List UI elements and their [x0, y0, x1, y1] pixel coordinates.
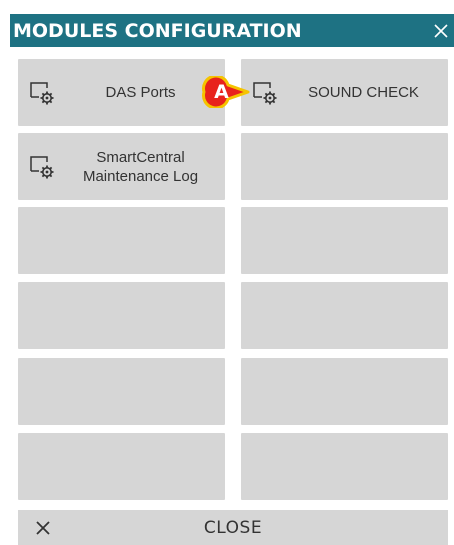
module-tile-label: DAS Ports	[105, 84, 176, 101]
module-tile-empty[interactable]	[241, 282, 448, 349]
module-tile-label: SOUND CHECK	[308, 84, 419, 101]
module-settings-icon	[30, 154, 56, 180]
callout-letter: A	[214, 80, 229, 103]
close-icon[interactable]	[428, 18, 454, 44]
close-button[interactable]: CLOSE	[18, 510, 448, 545]
close-button-label: CLOSE	[203, 517, 263, 538]
module-tile-empty[interactable]	[241, 207, 448, 274]
module-settings-icon	[30, 80, 56, 106]
module-tile-empty[interactable]	[18, 282, 225, 349]
module-tile-empty[interactable]	[18, 207, 225, 274]
module-tile-label: SmartCentral Maintenance Log	[82, 148, 199, 185]
module-tile-empty[interactable]	[241, 133, 448, 200]
module-tile-sound-check[interactable]: SOUND CHECK	[241, 59, 448, 126]
dialog-titlebar: MODULES CONFIGURATION	[10, 14, 454, 47]
module-tile-empty[interactable]	[18, 358, 225, 425]
module-tile-das-ports[interactable]: DAS Ports	[18, 59, 225, 126]
module-tile-empty[interactable]	[241, 433, 448, 500]
dialog-title: MODULES CONFIGURATION	[13, 19, 302, 42]
close-icon	[34, 519, 52, 537]
module-tile-smartcentral-maintenance-log[interactable]: SmartCentral Maintenance Log	[18, 133, 225, 200]
module-tile-empty[interactable]	[18, 433, 225, 500]
module-tile-empty[interactable]	[241, 358, 448, 425]
